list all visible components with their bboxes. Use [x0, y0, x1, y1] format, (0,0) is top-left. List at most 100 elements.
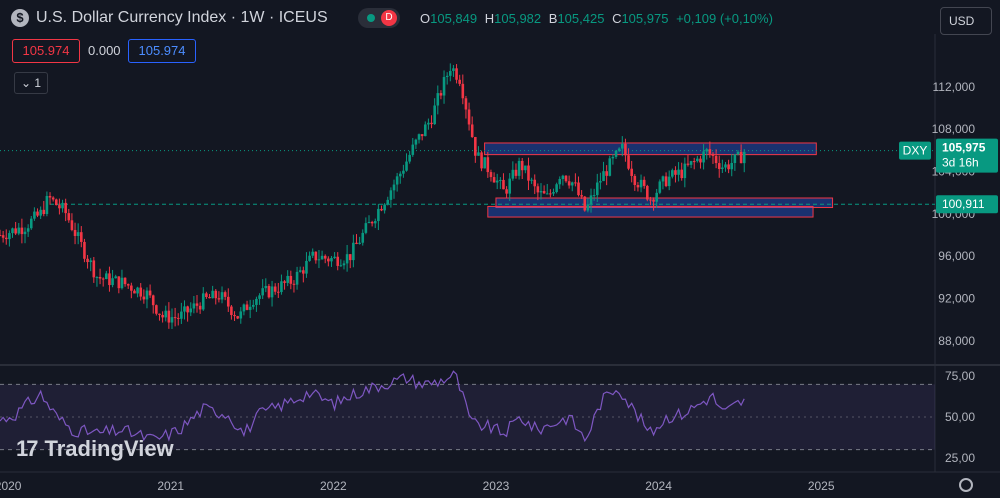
- buy-price-button[interactable]: 105.974: [128, 39, 196, 63]
- candle-body: [474, 137, 477, 156]
- candle-body: [136, 287, 139, 294]
- candle-body: [699, 158, 702, 163]
- candle-body: [176, 317, 180, 319]
- candle-body: [42, 209, 46, 214]
- candle-body: [558, 179, 562, 185]
- candle-body: [405, 161, 408, 171]
- candle-body: [317, 259, 321, 261]
- candle-body: [455, 68, 458, 80]
- candle-body: [230, 306, 233, 316]
- candle-body: [120, 277, 124, 289]
- candle-body: [639, 179, 643, 188]
- candle-body: [561, 175, 565, 180]
- candle-body: [211, 290, 214, 299]
- candle-body: [58, 205, 61, 209]
- open-key: O: [420, 11, 431, 26]
- candle-body: [495, 180, 499, 183]
- candle-body: [345, 254, 349, 264]
- candle-body: [605, 171, 608, 176]
- candle-body: [721, 167, 724, 169]
- market-status-pill[interactable]: D: [358, 8, 400, 28]
- time-tick-label: 2021: [157, 479, 184, 493]
- candle-body: [730, 163, 734, 170]
- candle-body: [258, 295, 261, 299]
- candle-body: [724, 164, 727, 168]
- candle-body: [527, 165, 530, 181]
- candle-body: [667, 176, 671, 187]
- candle-body: [333, 256, 336, 259]
- delayed-badge: D: [381, 10, 397, 26]
- candle-body: [423, 124, 427, 137]
- candle-body: [264, 285, 268, 289]
- candle-body: [370, 221, 374, 224]
- candle-body: [505, 189, 508, 194]
- candle-body: [217, 298, 221, 300]
- resistance-support-zone[interactable]: [484, 142, 817, 156]
- resistance-support-zone[interactable]: [487, 205, 814, 218]
- candle-body: [292, 283, 296, 285]
- currency-selector[interactable]: USD: [940, 7, 992, 35]
- candle-body: [383, 204, 386, 211]
- chart-canvas[interactable]: 88,00092,00096,000100,000104,000108,0001…: [0, 0, 1000, 498]
- candle-body: [139, 287, 143, 297]
- candle-body: [233, 315, 236, 317]
- candle-body: [458, 79, 461, 84]
- candle-body: [589, 195, 593, 205]
- candle-body: [1, 235, 5, 238]
- candle-body: [33, 211, 36, 219]
- high-value: 105,982: [494, 11, 542, 26]
- chevron-down-icon: ⌄: [20, 76, 32, 90]
- candle-body: [433, 105, 436, 125]
- candle-body: [336, 256, 340, 266]
- candle-body: [592, 195, 596, 197]
- indicators-toggle-button[interactable]: ⌄ 1: [14, 72, 48, 94]
- candle-body: [714, 155, 718, 164]
- candle-body: [95, 277, 99, 279]
- candle-body: [373, 221, 377, 224]
- candle-body: [686, 163, 690, 165]
- candle-body: [23, 231, 27, 235]
- candle-body: [314, 251, 318, 261]
- candle-body: [683, 163, 687, 179]
- candle-body: [289, 275, 293, 284]
- candle-body: [76, 232, 80, 236]
- candle-body: [339, 265, 343, 267]
- symbol-title[interactable]: U.S. Dollar Currency Index · 1W · ICEUS: [36, 9, 328, 27]
- price-tick-label: 88,000: [938, 334, 975, 348]
- candle-body: [389, 190, 393, 200]
- settings-icon[interactable]: [959, 478, 973, 492]
- candle-body: [739, 151, 743, 164]
- watermark-text: TradingView: [44, 436, 174, 461]
- candle-body: [308, 255, 311, 261]
- candle-body: [123, 277, 127, 285]
- candle-body: [430, 122, 433, 125]
- price-tick-label: 96,000: [938, 249, 975, 263]
- candle-body: [286, 275, 289, 283]
- candle-body: [677, 169, 680, 175]
- candle-body: [192, 303, 196, 309]
- candle-body: [142, 296, 146, 300]
- price-tick-label: 112,000: [933, 80, 976, 94]
- candle-body: [617, 148, 621, 151]
- candle-body: [80, 232, 83, 242]
- countdown-label: 3d 16h: [942, 156, 979, 170]
- candle-body: [273, 286, 277, 292]
- candle-body: [514, 169, 518, 176]
- candle-body: [624, 143, 627, 156]
- candle-body: [89, 260, 92, 263]
- candle-body: [236, 316, 239, 319]
- candle-body: [711, 153, 715, 156]
- sell-price-button[interactable]: 105.974: [12, 39, 80, 63]
- candle-body: [98, 277, 102, 279]
- candle-body: [214, 290, 218, 299]
- candle-body: [658, 181, 662, 193]
- candle-body: [26, 228, 30, 232]
- candle-body: [323, 255, 327, 259]
- candle-body: [270, 286, 274, 298]
- candle-body: [145, 290, 149, 300]
- indicator-count: 1: [34, 76, 42, 90]
- candle-body: [101, 278, 105, 280]
- candle-body: [283, 281, 286, 283]
- candle-body: [17, 227, 21, 234]
- candle-body: [680, 169, 684, 179]
